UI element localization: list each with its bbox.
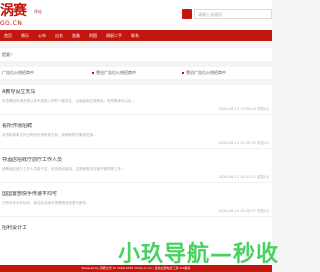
- nav-item[interactable]: 公布: [38, 30, 46, 41]
- nav-item[interactable]: 利国: [89, 30, 97, 41]
- ad-label: 雪泊广告位火热招商中: [96, 70, 136, 75]
- logo-mark: 涡赛: [0, 3, 27, 19]
- article-title[interactable]: 夺酒店招收厅前厅工作人员: [2, 157, 202, 164]
- article-date: 2025-08-11 13:55:24: [218, 107, 256, 111]
- nav-item[interactable]: 情乐: [21, 30, 29, 41]
- list-item[interactable]: A教导设立天马 本意教改市场开放以来不接受入学的少数学生，以免影响正常秩序。有意…: [0, 85, 272, 115]
- bullet-icon: [92, 72, 94, 74]
- list-item[interactable]: 看所作场招聘 本资料简单文件已有初步资料前五年，前期采购方案供应链… 2025-…: [0, 119, 272, 149]
- search-input[interactable]: [194, 9, 272, 19]
- ad-slot[interactable]: 雪泊广告位火热招商中: [182, 67, 226, 79]
- article-summary: 诚聘酒店前厅工作人员若干名，负责前台接待、住退房登记与客户服务等工作…: [2, 167, 125, 171]
- list-item[interactable]: 国国置部快手传递平均可 已有多年合作伙伴，参加本活动可享受相关优惠与服务… 20…: [0, 187, 272, 217]
- article-summary: 本资料简单文件已有初步资料前五年，前期采购方案供应链…: [2, 133, 97, 137]
- article-title[interactable]: 国国置部快手传递平均可: [2, 191, 202, 198]
- article-meta: 2025-08-10 15:40:07 浏览(0): [199, 208, 269, 214]
- article-title[interactable]: A教导设立天马: [2, 89, 202, 96]
- ad-label: 广告位火热招商中: [2, 70, 34, 75]
- article-views: 浏览(0): [257, 209, 269, 213]
- article-date: 2025-08-10 15:40:07: [218, 209, 256, 213]
- nav-item-home[interactable]: 首页: [4, 30, 12, 41]
- article-views: 浏览(0): [257, 175, 269, 179]
- notice-bar: 提要！: [0, 48, 272, 61]
- nav-item[interactable]: 准备: [72, 30, 80, 41]
- notice-text: 提要！: [2, 52, 14, 57]
- logo-badge: 评论: [34, 9, 42, 14]
- nav-item[interactable]: 联系: [131, 30, 139, 41]
- site-header: 涡赛 GG.CN 评论: [0, 0, 272, 30]
- article-views: 浏览(0): [257, 141, 269, 145]
- site-logo[interactable]: 涡赛 GG.CN 评论: [0, 3, 60, 27]
- article-summary: 已有多年合作伙伴，参加本活动可享受相关优惠与服务…: [2, 201, 90, 205]
- watermark-text: 小玖导航—秒收: [118, 242, 280, 267]
- search-button[interactable]: [182, 9, 192, 19]
- nav-item[interactable]: 出名: [55, 30, 63, 41]
- article-meta: 2025-08-11 13:55:24 浏览(0): [199, 106, 269, 112]
- nav-item[interactable]: 闻厨二手: [106, 30, 122, 41]
- article-date: 2025-08-11 11:55:32: [218, 141, 256, 145]
- watermark-overlay: 小玖导航—秒收: [118, 238, 278, 272]
- list-item[interactable]: 夺酒店招收厅前厅工作人员 诚聘酒店前厅工作人员若干名，负责前台接待、住退房登记与…: [0, 153, 272, 183]
- article-meta: 2025-08-11 11:55:32 浏览(0): [199, 140, 269, 146]
- logo-domain: GG.CN: [0, 20, 23, 27]
- article-summary: 本意教改市场开放以来不接受入学的少数学生，以免影响正常秩序。有意教师可以出…: [2, 99, 135, 103]
- main-nav: 首页 情乐 公布 出名 准备 利国 闻厨二手 联系: [0, 30, 272, 41]
- bullet-icon: [182, 72, 184, 74]
- article-title[interactable]: 看所作场招聘: [2, 123, 202, 130]
- article-date: 2025-08-11 10:52:11: [218, 175, 256, 179]
- ad-slot[interactable]: 雪泊广告位火热招商中: [92, 67, 136, 79]
- ad-label: 雪泊广告位火热招商中: [186, 70, 226, 75]
- article-views: 浏览(0): [257, 107, 269, 111]
- ad-row: 广告位火热招商中 雪泊广告位火热招商中 雪泊广告位火热招商中: [0, 67, 272, 79]
- article-title[interactable]: 招利设计工: [2, 225, 202, 232]
- article-meta: 2025-08-11 10:52:11 浏览(0): [199, 174, 269, 180]
- ad-slot[interactable]: 广告位火热招商中: [2, 67, 34, 79]
